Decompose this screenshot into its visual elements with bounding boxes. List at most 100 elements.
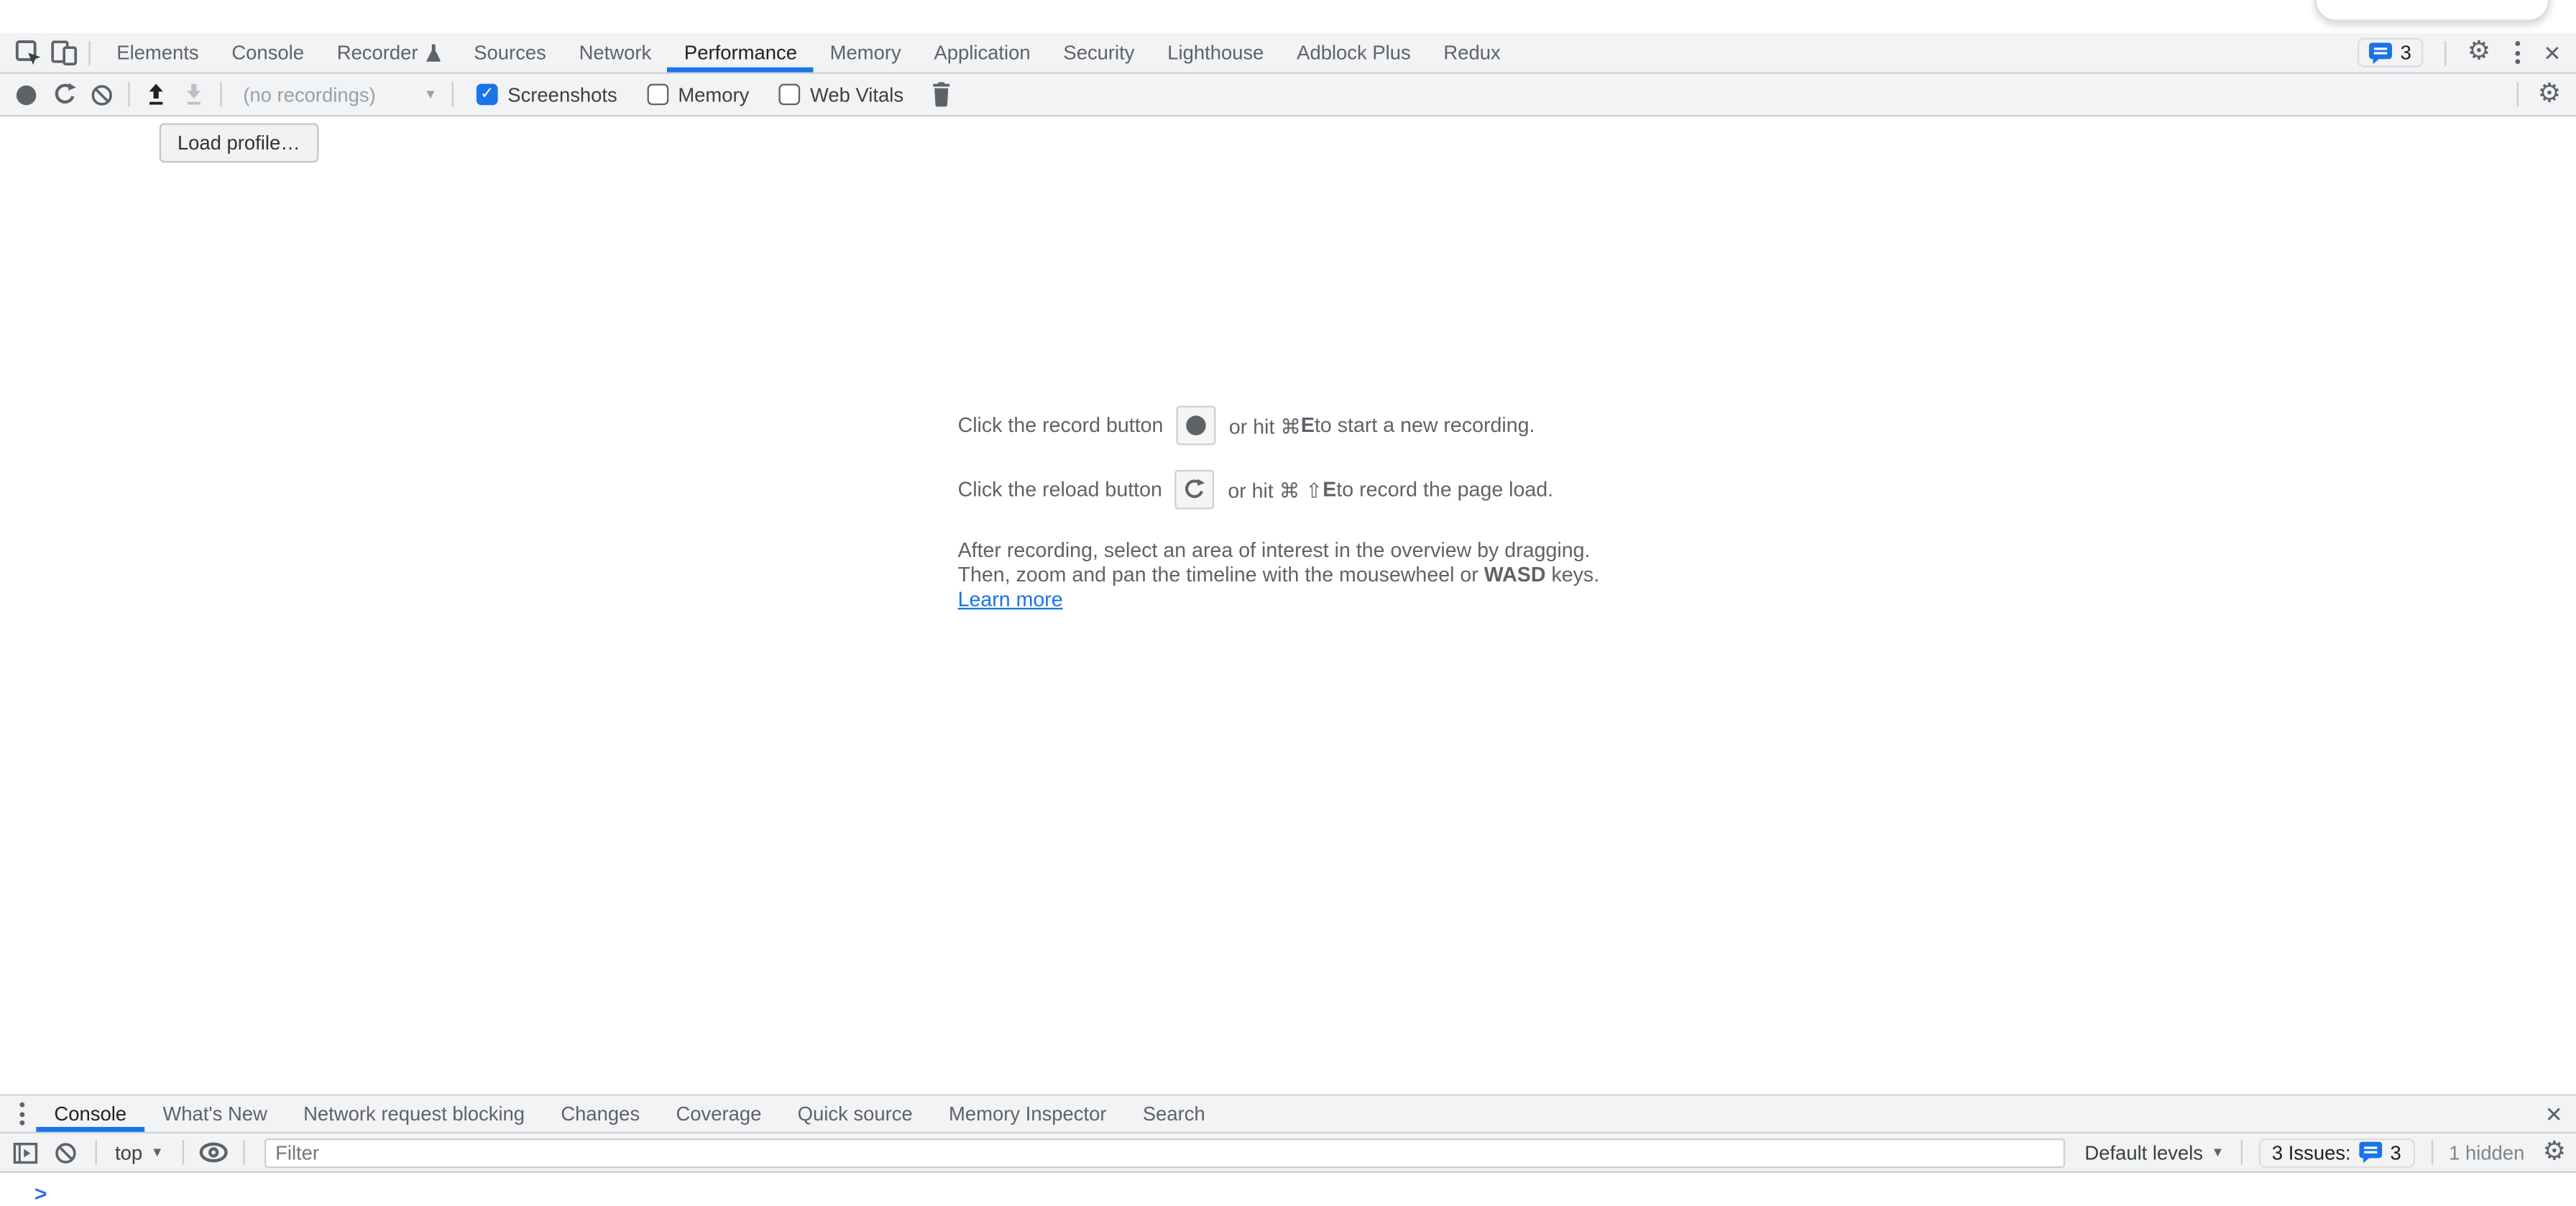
perf-checkboxes: ✓Screenshots Memory Web Vitals (461, 83, 918, 106)
performance-panel-content: Load profile… Click the record button or… (0, 116, 2576, 1094)
checkbox-unchecked-icon[interactable] (647, 84, 668, 106)
record-instruction-pre: Click the record button (958, 414, 1164, 437)
drawer-tab-what-s-new[interactable]: What's New (144, 1096, 285, 1132)
tab-application[interactable]: Application (918, 33, 1047, 73)
tab-label: Coverage (676, 1103, 761, 1126)
more-options-menu-icon[interactable] (2506, 36, 2529, 69)
inspect-cursor-icon (14, 39, 42, 67)
recordings-dropdown[interactable]: (no recordings) ▼ (230, 76, 443, 112)
issues-bubble-icon (2369, 42, 2392, 63)
tab-elements[interactable]: Elements (100, 33, 215, 73)
drawer-tab-network-request-blocking[interactable]: Network request blocking (285, 1096, 543, 1132)
checkbox-memory[interactable]: Memory (647, 83, 750, 106)
separator (88, 40, 90, 65)
tab-adblock-plus[interactable]: Adblock Plus (1280, 33, 1427, 73)
record-shortcut-key: E (1301, 414, 1315, 437)
close-devtools-icon[interactable]: ✕ (2544, 42, 2562, 63)
context-value: top (115, 1141, 142, 1164)
tab-label: Security (1063, 41, 1134, 64)
save-profile-button[interactable] (176, 76, 212, 112)
flask-icon (426, 44, 441, 62)
reload-shortcut-key: E (1322, 478, 1336, 501)
create-live-expression-button[interactable] (195, 1134, 231, 1170)
tab-performance[interactable]: Performance (668, 33, 814, 73)
tab-recorder[interactable]: Recorder (321, 33, 458, 73)
main-tabbar-right: 3 ⚙ ✕ (2358, 33, 2576, 73)
console-issues-button[interactable]: 3 Issues: 3 (2259, 1138, 2415, 1167)
console-filter-input[interactable] (264, 1138, 2065, 1167)
record-instruction-mid: or hit ⌘ (1229, 413, 1301, 438)
tab-security[interactable]: Security (1047, 33, 1151, 73)
drawer-menu-icon[interactable] (10, 1097, 33, 1131)
issues-badge-button[interactable]: 3 (2358, 38, 2423, 68)
drawer-tab-search[interactable]: Search (1125, 1096, 1223, 1132)
tab-label: Changes (561, 1103, 640, 1126)
tab-label: Lighthouse (1167, 41, 1264, 64)
tab-memory[interactable]: Memory (814, 33, 918, 73)
tab-lighthouse[interactable]: Lighthouse (1151, 33, 1280, 73)
drawer-tab-console[interactable]: Console (36, 1096, 144, 1132)
tab-label: Search (1143, 1103, 1205, 1126)
checkbox-screenshots[interactable]: ✓Screenshots (477, 83, 617, 106)
wasd-keys: WASD (1484, 563, 1546, 586)
chevron-down-icon: ▼ (424, 87, 437, 102)
close-drawer-icon[interactable]: ✕ (2545, 1103, 2563, 1125)
eye-icon (198, 1142, 228, 1164)
tab-label: Memory (830, 41, 901, 64)
settings-gear-icon[interactable]: ⚙ (2467, 40, 2491, 66)
tab-label: Application (934, 41, 1030, 64)
device-toolbar-button[interactable] (46, 34, 82, 70)
tab-redux[interactable]: Redux (1427, 33, 1517, 73)
tab-console[interactable]: Console (216, 33, 321, 73)
tab-label: Adblock Plus (1297, 41, 1411, 64)
tab-sources[interactable]: Sources (457, 33, 562, 73)
paragraph-text-2: keys. (1551, 563, 1599, 586)
separator (220, 82, 221, 106)
clear-recordings-button[interactable] (84, 76, 120, 112)
capture-settings-gear-icon[interactable]: ⚙ (2538, 81, 2562, 108)
drawer-tab-changes[interactable]: Changes (543, 1096, 658, 1132)
record-button-inline[interactable] (1177, 406, 1216, 446)
drawer-tab-coverage[interactable]: Coverage (658, 1096, 779, 1132)
show-console-sidebar-button[interactable] (6, 1134, 42, 1170)
inspect-element-button[interactable] (10, 34, 46, 70)
log-levels-dropdown[interactable]: Default levels ▼ (2084, 1141, 2224, 1164)
drawer-tab-quick-source[interactable]: Quick source (780, 1096, 931, 1132)
drawer-tab-memory-inspector[interactable]: Memory Inspector (931, 1096, 1125, 1132)
recordings-dropdown-value: (no recordings) (243, 83, 375, 106)
load-profile-tooltip: Load profile… (160, 123, 318, 162)
checkbox-web-vitals[interactable]: Web Vitals (779, 83, 904, 106)
console-prompt-chevron[interactable]: > (34, 1181, 47, 1205)
tab-label: Elements (116, 41, 198, 64)
delete-recording-button[interactable] (924, 76, 960, 112)
reload-button-inline[interactable] (1175, 470, 1215, 510)
browser-popup-remnant (2315, 0, 2550, 22)
reload-and-record-button[interactable] (46, 76, 82, 112)
issues-label: 3 Issues: (2272, 1141, 2351, 1164)
console-sidebar-icon (12, 1141, 37, 1164)
checkbox-checked-icon[interactable]: ✓ (477, 84, 498, 106)
tab-label: Performance (684, 41, 797, 64)
checkbox-label: Web Vitals (810, 83, 903, 106)
hidden-messages-label: 1 hidden (2449, 1141, 2524, 1164)
reload-instruction-pre: Click the reload button (958, 478, 1162, 501)
console-messages-area[interactable]: > (0, 1173, 2576, 1206)
separator (242, 1140, 244, 1164)
record-icon (17, 85, 36, 104)
load-profile-button[interactable] (138, 76, 174, 112)
tab-network[interactable]: Network (563, 33, 668, 73)
record-button[interactable] (8, 76, 44, 112)
drawer: Console What's New Network request blockin… (0, 1094, 2576, 1205)
block-icon (91, 83, 114, 106)
clear-console-button[interactable] (47, 1134, 83, 1170)
record-instruction-post: to start a new recording. (1315, 414, 1535, 437)
tab-label: Network (579, 41, 652, 64)
issues-count: 3 (2401, 41, 2411, 64)
checkbox-unchecked-icon[interactable] (779, 84, 801, 106)
tab-label: Console (231, 41, 304, 64)
javascript-context-dropdown[interactable]: top ▼ (109, 1141, 170, 1164)
learn-more-link[interactable]: Learn more (958, 588, 1063, 611)
console-settings-gear-icon[interactable]: ⚙ (2543, 1139, 2567, 1166)
tab-label: What's New (162, 1103, 267, 1126)
separator (96, 1140, 97, 1164)
